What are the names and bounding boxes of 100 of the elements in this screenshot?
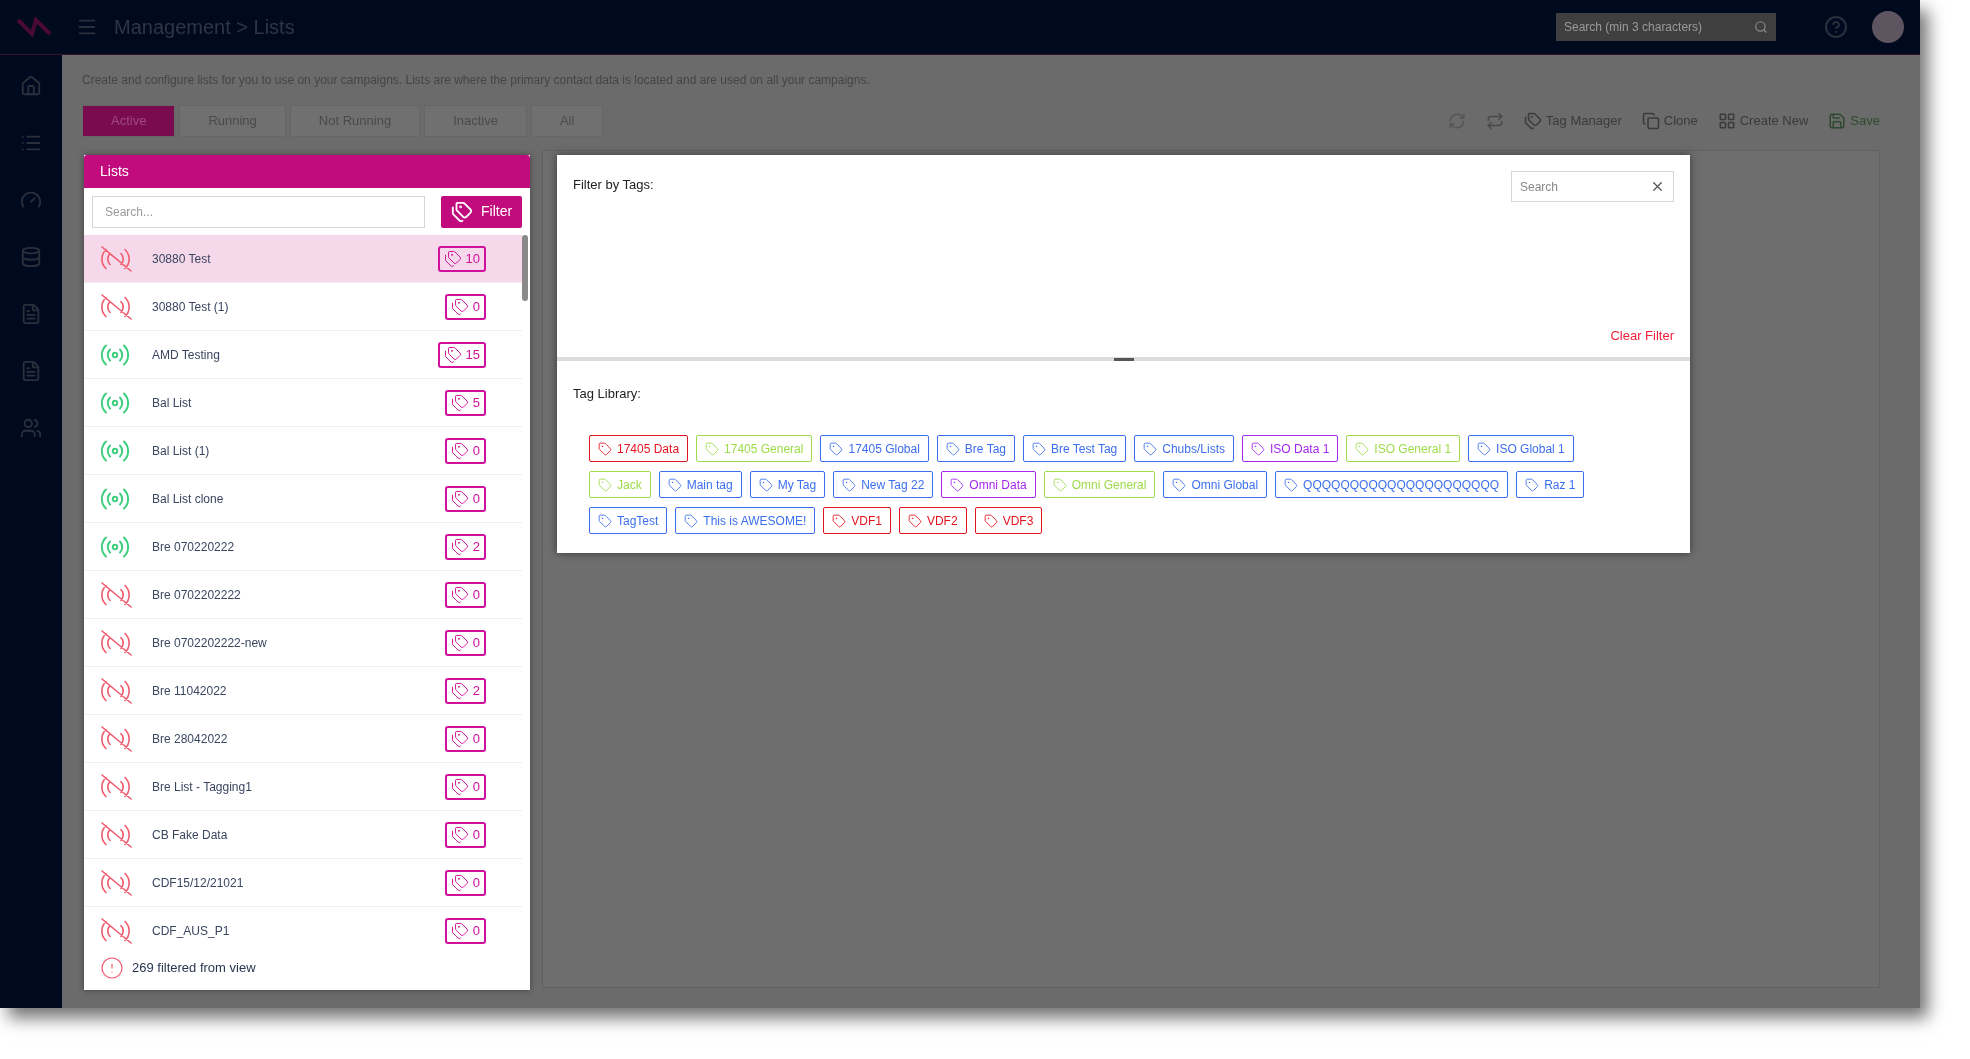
tag-icon	[1477, 441, 1492, 456]
list-row[interactable]: Bre 11042022 2	[84, 667, 522, 715]
tag-chip[interactable]: My Tag	[749, 471, 826, 498]
tag-search-field[interactable]: Search	[1511, 171, 1674, 202]
tag-chip[interactable]: Omni Global	[1163, 471, 1268, 498]
tag-count-badge[interactable]: 2	[444, 677, 486, 704]
clone-icon	[1641, 112, 1660, 130]
tag-chip[interactable]: QQQQQQQQQQQQQQQQQQQQQ	[1275, 471, 1509, 498]
nav-icon[interactable]	[20, 417, 42, 439]
nav-icon[interactable]	[20, 246, 42, 268]
tag-chip[interactable]: 17405 Data	[589, 435, 689, 462]
tag-count-badge[interactable]: 0	[444, 629, 486, 656]
tag-count-badge[interactable]: 0	[444, 917, 486, 944]
tag-icon	[667, 477, 682, 492]
tags-icon	[450, 729, 469, 748]
filter-title: Filter by Tags:	[573, 176, 654, 194]
list-row[interactable]: Bal List clone 0	[84, 475, 522, 523]
tag-chip[interactable]: New Tag 22	[833, 471, 934, 498]
tag-count-badge[interactable]: 10	[437, 245, 486, 272]
tag-chip[interactable]: ISO Global 1	[1468, 435, 1574, 462]
panel-header: Lists	[84, 155, 530, 188]
tag-count-badge[interactable]: 0	[444, 581, 486, 608]
list-row[interactable]: CDF15/12/21021 0	[84, 859, 522, 907]
tag-chip[interactable]: VDF1	[823, 507, 891, 534]
filter-button[interactable]: Filter	[441, 195, 522, 228]
list-row[interactable]: Bre 28042022 0	[84, 715, 522, 763]
list-name: CDF15/12/21021	[152, 874, 245, 892]
nav-icon[interactable]	[20, 360, 42, 382]
list-row[interactable]: Bre 0702202222 0	[84, 571, 522, 619]
tag-chip[interactable]: VDF3	[974, 507, 1043, 534]
tag-count-badge[interactable]: 0	[444, 773, 486, 800]
tag-chip[interactable]: 17405 Global	[820, 435, 929, 462]
list-row[interactable]: 30880 Test 10	[84, 235, 522, 283]
list-row[interactable]: Bal List 5	[84, 379, 522, 427]
tag-count-badge[interactable]: 0	[444, 437, 486, 464]
tag-icon	[1284, 477, 1299, 492]
clear-filter-link[interactable]: Clear Filter	[1610, 325, 1674, 345]
nav-icon[interactable]	[20, 75, 42, 97]
tag-count-badge[interactable]: 15	[437, 341, 486, 368]
tag-chip[interactable]: TagTest	[589, 507, 668, 534]
scrollbar-thumb[interactable]	[522, 235, 528, 301]
tag-count-badge[interactable]: 2	[444, 533, 486, 560]
tag-count-badge[interactable]: 5	[444, 389, 486, 416]
tag-icon	[907, 513, 922, 528]
tag-chip[interactable]: This is AWESOME!	[675, 507, 816, 534]
tag-chip[interactable]: VDF2	[898, 507, 967, 534]
tag-icon	[832, 513, 847, 528]
tags-icon	[450, 393, 469, 412]
tag-chip[interactable]: ISO Data 1	[1241, 435, 1339, 462]
list-row[interactable]: Bal List (1) 0	[84, 427, 522, 475]
nav-icon[interactable]	[20, 303, 42, 325]
list-name: Bre 28042022	[152, 730, 229, 748]
list-row[interactable]: 30880 Test (1) 0	[84, 283, 522, 331]
list-row[interactable]: CB Fake Data 0	[84, 811, 522, 859]
tag-chip[interactable]: Bre Test Tag	[1023, 435, 1127, 462]
tag-chip[interactable]: Main tag	[658, 471, 742, 498]
library-title: Tag Library:	[573, 386, 641, 401]
save-icon	[1828, 112, 1847, 130]
list-name: Bre 0702202222-new	[152, 634, 268, 652]
tag-count-badge[interactable]: 0	[444, 821, 486, 848]
tag-count-badge[interactable]: 0	[444, 485, 486, 512]
tag-count-badge[interactable]: 0	[444, 869, 486, 896]
tag-icon	[842, 477, 857, 492]
tags-icon	[450, 633, 469, 652]
tag-count-badge[interactable]: 0	[444, 293, 486, 320]
list-row[interactable]: AMD Testing 15	[84, 331, 522, 379]
close-icon[interactable]	[1650, 179, 1665, 194]
list-name: CB Fake Data	[152, 826, 229, 844]
list-name: Bal List (1)	[152, 442, 211, 460]
tags-icon	[1523, 112, 1542, 130]
tag-icon	[705, 441, 720, 456]
global-search-field[interactable]: Search (min 3 characters)	[1556, 13, 1776, 41]
tag-chip[interactable]: Bre Tag	[936, 435, 1015, 462]
resize-handle[interactable]	[1113, 358, 1134, 361]
list-row[interactable]: Bre List - Tagging1 0	[84, 763, 522, 811]
tags-icon	[443, 249, 462, 268]
tag-chip[interactable]: Omni Data	[941, 471, 1036, 498]
help-icon[interactable]	[1824, 15, 1848, 39]
tags-icon	[450, 873, 469, 892]
tags-icon	[450, 489, 469, 508]
tag-icon	[945, 441, 960, 456]
tag-chip[interactable]: Chubs/Lists	[1134, 435, 1234, 462]
list-row[interactable]: Bre 070220222 2	[84, 523, 522, 571]
tags-icon	[450, 681, 469, 700]
sync-icon[interactable]	[1485, 112, 1504, 130]
tag-icon	[983, 513, 998, 528]
tags-icon	[450, 537, 469, 556]
list-row[interactable]: Bre 0702202222-new 0	[84, 619, 522, 667]
tags-icon	[451, 200, 474, 223]
tag-icon	[1250, 441, 1265, 456]
tags-icon	[450, 825, 469, 844]
tag-icon	[598, 477, 612, 492]
tag-icon	[598, 441, 612, 456]
avatar[interactable]	[1872, 11, 1904, 43]
filtered-count: 269 filtered from view	[132, 958, 256, 977]
list-name: Bre 11042022	[152, 682, 228, 700]
alert-icon	[100, 955, 124, 980]
tag-chip[interactable]: Raz 1	[1516, 471, 1585, 498]
tag-count-badge[interactable]: 0	[444, 725, 486, 752]
search-field[interactable]: Search...	[92, 195, 426, 228]
